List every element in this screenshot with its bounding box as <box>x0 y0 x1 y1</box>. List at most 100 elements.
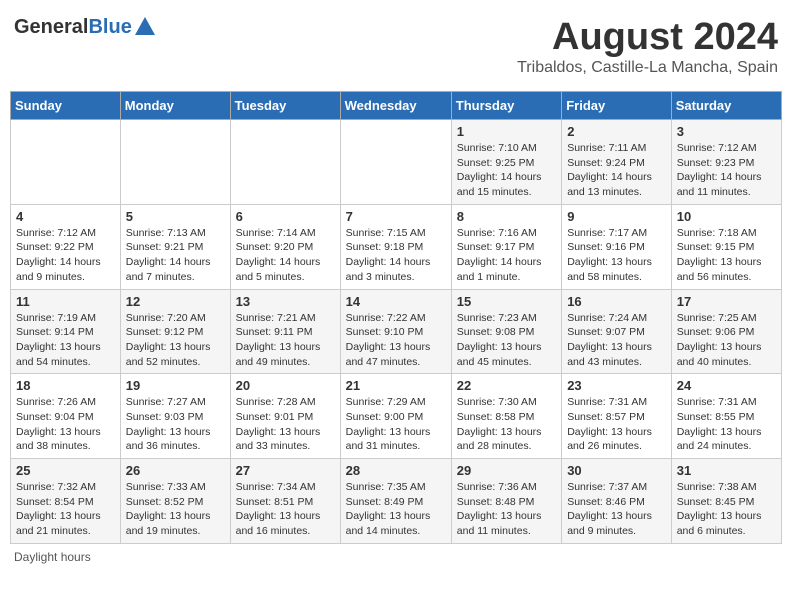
calendar-cell: 1Sunrise: 7:10 AM Sunset: 9:25 PM Daylig… <box>451 120 561 205</box>
logo: General Blue <box>14 16 155 39</box>
column-header-monday: Monday <box>120 92 230 120</box>
calendar-cell: 20 Sunrise: 7:28 AM Sunset: 9:01 PM Dayli… <box>230 374 340 459</box>
day-info: Sunrise: 7:35 AM Sunset: 8:49 PM Dayligh… <box>346 480 446 539</box>
day-info: Sunrise: 7:15 AM Sunset: 9:18 PM Dayligh… <box>346 226 446 285</box>
calendar-week-row: 11 Sunrise: 7:19 AM Sunset: 9:14 PM Dayli… <box>11 289 782 374</box>
calendar-cell: 2 Sunrise: 7:11 AM Sunset: 9:24 PM Daylig… <box>562 120 672 205</box>
calendar-cell: 26 Sunrise: 7:33 AM Sunset: 8:52 PM Dayli… <box>120 459 230 544</box>
subtitle: Tribaldos, Castille-La Mancha, Spain <box>517 59 778 77</box>
day-number: 4 <box>16 209 115 224</box>
day-info: Sunrise: 7:29 AM Sunset: 9:00 PM Dayligh… <box>346 395 446 454</box>
day-number: 5 <box>126 209 225 224</box>
calendar-week-row: 1Sunrise: 7:10 AM Sunset: 9:25 PM Daylig… <box>11 120 782 205</box>
day-number: 19 <box>126 378 225 393</box>
calendar-cell: 3Sunrise: 7:12 AM Sunset: 9:23 PM Daylig… <box>671 120 781 205</box>
day-info: Sunrise: 7:10 AM Sunset: 9:25 PM Dayligh… <box>457 141 556 200</box>
calendar-cell: 30Sunrise: 7:37 AM Sunset: 8:46 PM Dayli… <box>562 459 672 544</box>
day-info: Sunrise: 7:30 AM Sunset: 8:58 PM Dayligh… <box>457 395 556 454</box>
calendar-cell: 21 Sunrise: 7:29 AM Sunset: 9:00 PM Dayli… <box>340 374 451 459</box>
title-area: August 2024 Tribaldos, Castille-La Manch… <box>517 16 778 77</box>
day-number: 18 <box>16 378 115 393</box>
calendar-cell: 27Sunrise: 7:34 AM Sunset: 8:51 PM Dayli… <box>230 459 340 544</box>
day-number: 13 <box>236 294 335 309</box>
calendar-cell: 11 Sunrise: 7:19 AM Sunset: 9:14 PM Dayli… <box>11 289 121 374</box>
calendar-cell <box>340 120 451 205</box>
calendar-cell <box>120 120 230 205</box>
day-info: Sunrise: 7:24 AM Sunset: 9:07 PM Dayligh… <box>567 311 666 370</box>
column-header-wednesday: Wednesday <box>340 92 451 120</box>
calendar-cell: 19Sunrise: 7:27 AM Sunset: 9:03 PM Dayli… <box>120 374 230 459</box>
day-number: 12 <box>126 294 225 309</box>
day-number: 11 <box>16 294 115 309</box>
calendar-cell: 14Sunrise: 7:22 AM Sunset: 9:10 PM Dayli… <box>340 289 451 374</box>
day-info: Sunrise: 7:17 AM Sunset: 9:16 PM Dayligh… <box>567 226 666 285</box>
calendar-cell <box>230 120 340 205</box>
day-number: 29 <box>457 463 556 478</box>
day-info: Sunrise: 7:26 AM Sunset: 9:04 PM Dayligh… <box>16 395 115 454</box>
day-info: Sunrise: 7:31 AM Sunset: 8:55 PM Dayligh… <box>677 395 776 454</box>
day-info: Sunrise: 7:36 AM Sunset: 8:48 PM Dayligh… <box>457 480 556 539</box>
calendar-cell: 24Sunrise: 7:31 AM Sunset: 8:55 PM Dayli… <box>671 374 781 459</box>
column-header-tuesday: Tuesday <box>230 92 340 120</box>
day-info: Sunrise: 7:33 AM Sunset: 8:52 PM Dayligh… <box>126 480 225 539</box>
day-number: 21 <box>346 378 446 393</box>
day-number: 2 <box>567 124 666 139</box>
day-number: 6 <box>236 209 335 224</box>
calendar-cell <box>11 120 121 205</box>
day-info: Sunrise: 7:12 AM Sunset: 9:22 PM Dayligh… <box>16 226 115 285</box>
day-number: 20 <box>236 378 335 393</box>
day-number: 15 <box>457 294 556 309</box>
column-header-saturday: Saturday <box>671 92 781 120</box>
day-info: Sunrise: 7:28 AM Sunset: 9:01 PM Dayligh… <box>236 395 335 454</box>
calendar-week-row: 4 Sunrise: 7:12 AM Sunset: 9:22 PM Daylig… <box>11 204 782 289</box>
calendar-cell: 23Sunrise: 7:31 AM Sunset: 8:57 PM Dayli… <box>562 374 672 459</box>
calendar-week-row: 18 Sunrise: 7:26 AM Sunset: 9:04 PM Dayli… <box>11 374 782 459</box>
calendar-cell: 9 Sunrise: 7:17 AM Sunset: 9:16 PM Daylig… <box>562 204 672 289</box>
calendar-cell: 22Sunrise: 7:30 AM Sunset: 8:58 PM Dayli… <box>451 374 561 459</box>
day-number: 8 <box>457 209 556 224</box>
calendar-table: SundayMondayTuesdayWednesdayThursdayFrid… <box>10 91 782 544</box>
calendar-cell: 16 Sunrise: 7:24 AM Sunset: 9:07 PM Dayli… <box>562 289 672 374</box>
calendar-cell: 13 Sunrise: 7:21 AM Sunset: 9:11 PM Dayli… <box>230 289 340 374</box>
column-header-thursday: Thursday <box>451 92 561 120</box>
calendar-cell: 18 Sunrise: 7:26 AM Sunset: 9:04 PM Dayli… <box>11 374 121 459</box>
day-number: 9 <box>567 209 666 224</box>
day-info: Sunrise: 7:25 AM Sunset: 9:06 PM Dayligh… <box>677 311 776 370</box>
calendar-cell: 12 Sunrise: 7:20 AM Sunset: 9:12 PM Dayli… <box>120 289 230 374</box>
day-info: Sunrise: 7:23 AM Sunset: 9:08 PM Dayligh… <box>457 311 556 370</box>
day-number: 25 <box>16 463 115 478</box>
day-number: 14 <box>346 294 446 309</box>
calendar-cell: 6Sunrise: 7:14 AM Sunset: 9:20 PM Daylig… <box>230 204 340 289</box>
logo-general-text: General <box>14 16 88 39</box>
day-info: Sunrise: 7:34 AM Sunset: 8:51 PM Dayligh… <box>236 480 335 539</box>
day-info: Sunrise: 7:16 AM Sunset: 9:17 PM Dayligh… <box>457 226 556 285</box>
day-info: Sunrise: 7:37 AM Sunset: 8:46 PM Dayligh… <box>567 480 666 539</box>
calendar-cell: 25 Sunrise: 7:32 AM Sunset: 8:54 PM Dayli… <box>11 459 121 544</box>
calendar-cell: 7Sunrise: 7:15 AM Sunset: 9:18 PM Daylig… <box>340 204 451 289</box>
day-info: Sunrise: 7:13 AM Sunset: 9:21 PM Dayligh… <box>126 226 225 285</box>
day-number: 26 <box>126 463 225 478</box>
header: General Blue August 2024 Tribaldos, Cast… <box>10 10 782 83</box>
day-info: Sunrise: 7:20 AM Sunset: 9:12 PM Dayligh… <box>126 311 225 370</box>
day-number: 17 <box>677 294 776 309</box>
calendar-cell: 5 Sunrise: 7:13 AM Sunset: 9:21 PM Daylig… <box>120 204 230 289</box>
calendar-cell: 8 Sunrise: 7:16 AM Sunset: 9:17 PM Daylig… <box>451 204 561 289</box>
day-info: Sunrise: 7:21 AM Sunset: 9:11 PM Dayligh… <box>236 311 335 370</box>
calendar-header-row: SundayMondayTuesdayWednesdayThursdayFrid… <box>11 92 782 120</box>
column-header-friday: Friday <box>562 92 672 120</box>
calendar-cell: 4 Sunrise: 7:12 AM Sunset: 9:22 PM Daylig… <box>11 204 121 289</box>
day-number: 31 <box>677 463 776 478</box>
day-number: 16 <box>567 294 666 309</box>
column-header-sunday: Sunday <box>11 92 121 120</box>
logo-triangle-icon <box>135 17 155 35</box>
calendar-cell: 31Sunrise: 7:38 AM Sunset: 8:45 PM Dayli… <box>671 459 781 544</box>
main-title: August 2024 <box>517 16 778 59</box>
day-info: Sunrise: 7:18 AM Sunset: 9:15 PM Dayligh… <box>677 226 776 285</box>
logo-blue-text: Blue <box>88 16 131 39</box>
calendar-cell: 10 Sunrise: 7:18 AM Sunset: 9:15 PM Dayli… <box>671 204 781 289</box>
day-info: Sunrise: 7:11 AM Sunset: 9:24 PM Dayligh… <box>567 141 666 200</box>
day-info: Sunrise: 7:32 AM Sunset: 8:54 PM Dayligh… <box>16 480 115 539</box>
day-info: Sunrise: 7:19 AM Sunset: 9:14 PM Dayligh… <box>16 311 115 370</box>
day-number: 10 <box>677 209 776 224</box>
day-info: Sunrise: 7:31 AM Sunset: 8:57 PM Dayligh… <box>567 395 666 454</box>
